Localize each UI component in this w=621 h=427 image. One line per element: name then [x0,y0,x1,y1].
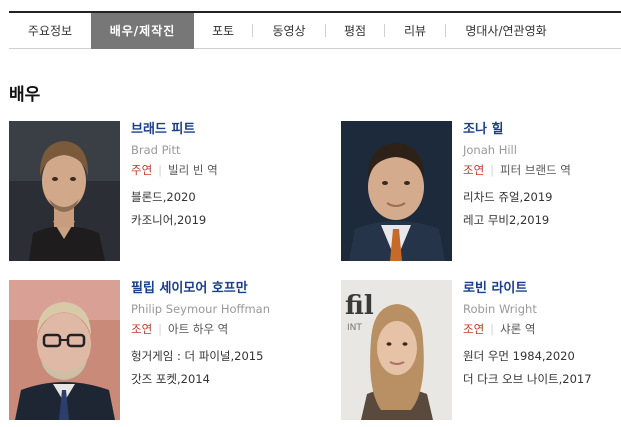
actor-role: 조연 | 아트 하우 역 [131,320,299,338]
photo-backdrop-text: fil [345,291,374,321]
filmography: 블론드,2020 카조니어,2019 [131,188,299,229]
photo-backdrop-text: INT [347,323,362,333]
actor-name[interactable]: 로빈 라이트 [463,280,621,298]
film-link[interactable]: 헝거게임 : 더 파이널,2015 [131,347,299,365]
actor-english-name: Brad Pitt [131,143,181,157]
actor-card: 브래드 피트 Brad Pitt 주연 | 빌리 빈 역 블론드,2020 카조니어… [9,121,299,261]
tab-label: 동영상 [272,24,306,38]
tab-review[interactable]: 리뷰 [385,13,445,49]
actor-card: 필립 세이모어 호프만 Philip Seymour Hoffman 조연 | 아트… [9,280,299,420]
actor-english-name: Robin Wright [463,302,537,316]
role-name: 빌리 빈 역 [168,163,218,177]
actor-name[interactable]: 조나 힐 [463,121,621,139]
film-link[interactable]: 카조니어,2019 [131,211,299,229]
actor-photo[interactable] [341,121,452,261]
actor-photo[interactable] [9,121,120,261]
film-link[interactable]: 리차드 쥬얼,2019 [463,188,621,206]
filmography: 리차드 쥬얼,2019 레고 무비2,2019 [463,188,621,229]
actor-english-name: Jonah Hill [463,143,517,157]
tab-quotes-related[interactable]: 명대사/연관영화 [446,13,566,49]
actor-name[interactable]: 브래드 피트 [131,121,299,139]
tab-video[interactable]: 동영상 [253,13,325,49]
tab-label: 배우/제작진 [109,24,176,38]
tab-rating[interactable]: 평점 [326,13,384,49]
role-name: 피터 브랜드 역 [500,163,571,177]
tab-main-info[interactable]: 주요정보 [9,13,91,49]
filmography: 헝거게임 : 더 파이널,2015 갓즈 포켓,2014 [131,347,299,388]
actor-card: 조나 힐 Jonah Hill 조연 | 피터 브랜드 역 리차드 쥬얼,2019 … [341,121,621,261]
film-link[interactable]: 더 다크 오브 나이트,2017 [463,370,621,388]
actor-role: 조연 | 피터 브랜드 역 [463,161,621,179]
film-link[interactable]: 원더 우먼 1984,2020 [463,347,621,365]
film-link[interactable]: 블론드,2020 [131,188,299,206]
role-divider: | [158,322,163,336]
role-type: 조연 [463,163,485,177]
tab-label: 평점 [343,24,367,38]
actor-photo[interactable]: fil INT [341,280,452,420]
tab-label: 리뷰 [403,24,427,38]
tab-label: 포토 [211,24,235,38]
tab-label: 주요정보 [27,24,73,38]
filmography: 원더 우먼 1984,2020 더 다크 오브 나이트,2017 [463,347,621,388]
role-type: 조연 [131,322,153,336]
actor-photo[interactable] [9,280,120,420]
film-link[interactable]: 레고 무비2,2019 [463,211,621,229]
actor-role: 조연 | 샤론 역 [463,320,621,338]
role-name: 아트 하우 역 [168,322,229,336]
tab-cast-crew[interactable]: 배우/제작진 [91,12,194,49]
actor-name[interactable]: 필립 세이모어 호프만 [131,280,299,298]
actor-english-name: Philip Seymour Hoffman [131,302,270,316]
tab-photo[interactable]: 포토 [194,13,252,49]
role-type: 조연 [463,322,485,336]
role-divider: | [490,322,495,336]
role-type: 주연 [131,163,153,177]
tab-bar: 주요정보 배우/제작진 포토 동영상 평점 리뷰 명대사/연관영화 [9,11,621,49]
role-divider: | [158,163,163,177]
tab-label: 명대사/연관영화 [465,24,547,38]
actor-role: 주연 | 빌리 빈 역 [131,161,299,179]
section-title: 배우 [9,85,41,105]
film-link[interactable]: 갓즈 포켓,2014 [131,370,299,388]
actor-card: fil INT 로빈 라이트 Robin Wright 조연 | 샤론 역 원더 우… [341,280,621,420]
role-divider: | [490,163,495,177]
role-name: 샤론 역 [500,322,536,336]
